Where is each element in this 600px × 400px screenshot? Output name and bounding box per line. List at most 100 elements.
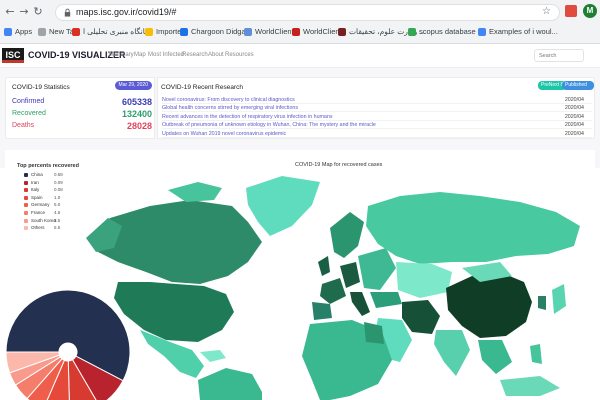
forward-icon[interactable]: → [18, 6, 30, 18]
extension-icon[interactable] [565, 5, 577, 17]
deaths-row: Deaths 28028 [12, 121, 152, 133]
legend-item-name: Spain [31, 194, 43, 200]
back-icon[interactable]: ← [4, 6, 16, 18]
apps-grid-icon [4, 27, 12, 36]
bookmark-worldclient-1[interactable]: WorldClient [244, 27, 294, 36]
research-item-title[interactable]: Novel coronavirus: From discovery to cli… [162, 96, 295, 104]
legend-item-name: France [31, 210, 46, 215]
legend-item[interactable]: South Korea 3.5 [24, 218, 74, 225]
site-header: ISC COVID-19 VISUALIZER Summary Map Most… [0, 44, 600, 68]
profile-avatar[interactable]: M [583, 4, 597, 18]
emblem-icon [338, 27, 346, 36]
recovered-label: Recovered [12, 110, 46, 117]
reload-icon[interactable]: ↻ [32, 6, 44, 18]
legend-item[interactable]: Others 5.5 [24, 225, 74, 232]
lock-icon [64, 8, 71, 17]
recovered-row: Recovered 132400 [12, 109, 152, 121]
url-text: maps.isc.gov.ir/covid19/# [76, 7, 177, 17]
deaths-value: 28028 [126, 121, 152, 131]
address-bar[interactable]: maps.isc.gov.ir/covid19/# ☆ [55, 4, 560, 21]
research-item[interactable]: Global health concerns stirred by emergi… [162, 104, 592, 113]
confirmed-label: Confirmed [12, 98, 45, 105]
legend-item-value: 0.08 [54, 187, 63, 193]
country-south-korea[interactable] [538, 296, 546, 310]
research-item[interactable]: Recent advances in the detection of resp… [162, 113, 592, 121]
legend-item[interactable]: Iran 0.09 [24, 180, 74, 187]
statistics-card: COVID-19 Statistics Mar 29, 2020 Confirm… [5, 77, 155, 139]
bookmark-persian-1[interactable]: بانگاه منبری تحلیلی ا... [72, 27, 153, 36]
legend-item-name: Germany [31, 202, 50, 208]
check-icon [72, 27, 80, 36]
bookmark-star-icon[interactable]: ☆ [542, 6, 551, 17]
research-item-date: 2020/04 [564, 122, 584, 129]
browser-toolbar: ← → ↻ maps.isc.gov.ir/covid19/# ☆ M Apps… [0, 0, 600, 44]
nav-most-infected[interactable]: Most Infected [148, 52, 184, 58]
nav-map[interactable]: Map [134, 52, 146, 58]
legend-item[interactable]: Germany 5.0 [24, 202, 74, 209]
legend-item-value: 0.09 [54, 179, 63, 185]
legend-item[interactable]: Italy 0.08 [24, 187, 74, 194]
site-icon [180, 27, 188, 36]
nav-summary[interactable]: Summary [108, 52, 134, 58]
legend-title: Top percents recovered [17, 163, 79, 169]
legend-item-value: 0.58 [54, 172, 63, 177]
bookmarks-bar: Apps New Tab بانگاه منبری تحلیلی ا... Im… [0, 24, 600, 42]
deaths-label: Deaths [12, 122, 35, 129]
bookmark-worldclient-2[interactable]: WorldClient [292, 27, 342, 36]
bookmark-apps[interactable]: Apps [4, 27, 32, 36]
legend-swatch [24, 226, 28, 231]
nav-research[interactable]: Research [182, 52, 208, 58]
published-badge[interactable]: Published 290 [562, 81, 594, 97]
bookmark-examples[interactable]: Examples of i woul... [478, 27, 558, 36]
research-item-date: 2020/04 [564, 130, 584, 137]
research-item-title[interactable]: Recent advances in the detection of resp… [162, 113, 332, 121]
country-spain[interactable] [312, 302, 332, 320]
recovered-pie-chart [5, 289, 131, 400]
legend-item-name: China [31, 172, 43, 177]
research-item[interactable]: Outbreak of pneumonia of unknown etiolog… [162, 121, 592, 130]
legend-item-value: 3.5 [54, 217, 61, 223]
legend-item-value: 1.0 [54, 194, 61, 200]
legend-swatch [24, 195, 28, 200]
bookmark-scopus[interactable]: scopus database -... [408, 27, 487, 36]
google-icon [408, 27, 416, 36]
legend-swatch [24, 211, 28, 215]
search-input[interactable]: Search [534, 49, 584, 62]
nav-resources[interactable]: Resources [225, 52, 254, 58]
confirmed-row: Confirmed 605338 [12, 97, 152, 109]
legend-swatch [24, 188, 28, 193]
research-item-title[interactable]: Outbreak of pneumonia of unknown etiolog… [162, 121, 376, 129]
legend-item[interactable]: Spain 1.0 [24, 195, 74, 202]
recovered-value: 132400 [121, 109, 152, 119]
globe-icon [292, 27, 300, 36]
folder-icon [145, 27, 153, 36]
research-item[interactable]: Novel coronavirus: From discovery to cli… [162, 96, 592, 104]
legend-item[interactable]: France 4.6 [24, 210, 74, 217]
legend-item-name: Italy [31, 187, 40, 193]
research-title: COVID-19 Recent Research [161, 84, 244, 91]
research-item-title[interactable]: Global health concerns stirred by emergi… [162, 104, 298, 112]
confirmed-value: 605338 [121, 97, 152, 107]
page-icon [38, 27, 46, 36]
legend-item-value: 5.5 [54, 225, 61, 231]
research-item-date: 2020/04 [564, 113, 584, 120]
research-card: COVID-19 Recent Research PreNext 8 Publi… [157, 77, 595, 139]
research-item[interactable]: Updates on Wuhan 2019 novel coronavirus … [162, 130, 592, 138]
legend-item[interactable]: China 0.58 [24, 172, 74, 179]
legend-item-value: 5.0 [54, 202, 61, 208]
globe-icon [244, 27, 252, 36]
research-item-date: 2020/04 [564, 97, 584, 103]
bookmark-chargoon[interactable]: Chargoon Didgah [180, 27, 250, 36]
legend-item-name: Others [31, 225, 45, 231]
research-item-title[interactable]: Updates on Wuhan 2019 novel coronavirus … [162, 130, 286, 138]
legend-item-name: South Korea [31, 217, 57, 223]
legend-item-value: 4.6 [54, 210, 61, 215]
legend-swatch [24, 218, 28, 223]
legend-swatch [24, 173, 28, 177]
legend-swatch [24, 203, 28, 208]
research-item-date: 2020/04 [564, 105, 584, 112]
nav-about[interactable]: About [208, 52, 224, 58]
isc-logo[interactable]: ISC [2, 48, 24, 63]
legend-swatch [24, 180, 28, 185]
date-badge: Mar 29, 2020 [114, 81, 152, 90]
